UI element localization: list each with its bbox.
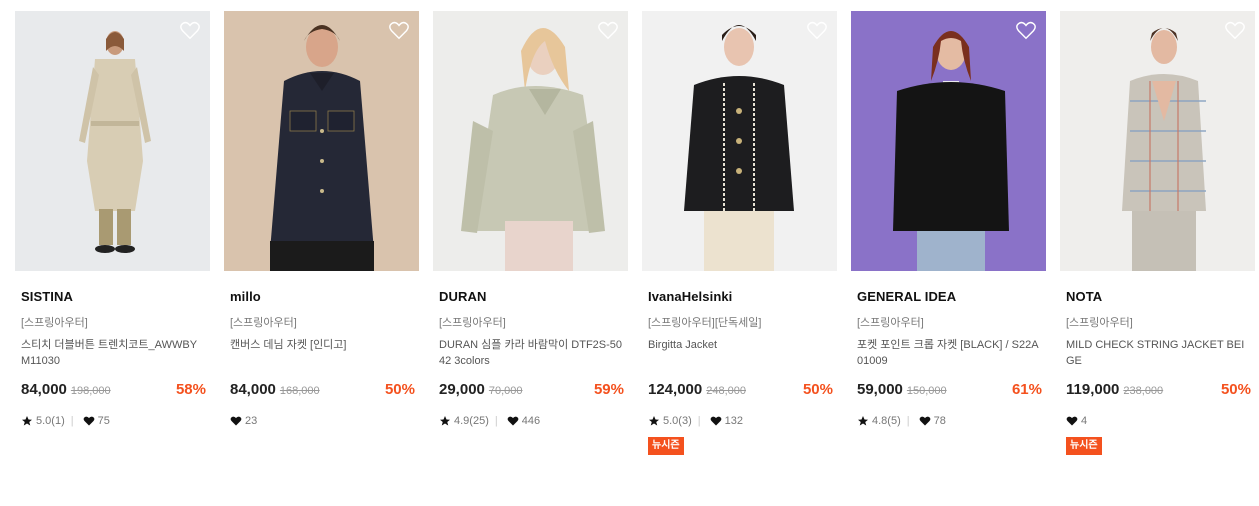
discount-rate: 58% (175, 381, 206, 398)
discount-rate: 50% (802, 381, 833, 398)
product-image[interactable] (642, 11, 837, 271)
product-category: [스프링아우터] (857, 317, 924, 329)
rating-text: 4.8(5) (872, 415, 901, 427)
original-price: 198,000 (70, 385, 111, 397)
sale-price: 119,000 (1066, 381, 1120, 398)
meta-divider: | (494, 415, 498, 427)
like-count: 446 (521, 415, 541, 427)
heart-icon (507, 416, 519, 426)
discount-rate: 59% (593, 381, 624, 398)
product-meta: 5.0(3) | 132 (642, 414, 837, 428)
product-image[interactable] (224, 11, 419, 271)
meta-divider: | (70, 415, 74, 427)
product-image[interactable] (1060, 11, 1255, 271)
wishlist-heart-icon[interactable] (597, 19, 619, 41)
wishlist-heart-icon[interactable] (1224, 19, 1246, 41)
original-price: 168,000 (279, 385, 320, 397)
original-price: 248,000 (706, 385, 746, 397)
product-name[interactable]: 포켓 포인트 크롭 자켓 [BLACK] / S22A01009 (851, 337, 1046, 369)
product-category: [스프링아우터] (21, 317, 88, 329)
like-count: 132 (724, 415, 743, 427)
star-icon (649, 416, 659, 426)
product-image[interactable] (15, 11, 210, 271)
sale-price: 84,000 (21, 381, 67, 398)
product-card[interactable]: millo [스프링아우터] 캔버스 데님 자켓 [인디고] 84,000 16… (224, 11, 419, 455)
price-row: 29,000 70,000 59% (433, 381, 628, 401)
discount-rate: 50% (384, 381, 415, 398)
meta-divider: | (906, 415, 910, 427)
product-category: [스프링아우터] (230, 317, 297, 329)
like-count: 23 (245, 415, 258, 427)
rating-text: 4.9(25) (454, 415, 489, 427)
brand-name[interactable]: millo (224, 289, 419, 305)
heart-icon (1066, 416, 1078, 426)
product-card[interactable]: NOTA [스프링아우터] MILD CHECK STRING JACKET B… (1060, 11, 1255, 455)
product-image[interactable] (433, 11, 628, 271)
like-count: 78 (933, 415, 946, 427)
product-meta: 4.9(25) | 446 (433, 414, 628, 428)
price-row: 124,000 248,000 50% (642, 381, 837, 401)
price-row: 119,000 238,000 50% (1060, 381, 1255, 401)
product-meta: 23 (224, 414, 419, 428)
product-meta: 5.0(1) | 75 (15, 414, 210, 428)
product-name[interactable]: 스티치 더블버튼 트렌치코트_AWWBYM11030 (15, 337, 210, 369)
brand-name[interactable]: GENERAL IDEA (851, 289, 1046, 305)
heart-icon (83, 416, 94, 426)
brand-name[interactable]: NOTA (1060, 289, 1255, 305)
rating-text: 5.0(3) (663, 415, 692, 427)
new-season-badge: 뉴시즌 (1066, 437, 1102, 455)
discount-rate: 61% (1011, 381, 1042, 398)
price-row: 84,000 168,000 50% (224, 381, 419, 401)
original-price: 70,000 (488, 385, 523, 397)
product-category: [스프링아우터][단독세일] (648, 317, 762, 329)
wishlist-heart-icon[interactable] (1015, 19, 1037, 41)
wishlist-heart-icon[interactable] (179, 19, 201, 41)
sale-price: 59,000 (857, 381, 903, 398)
product-name[interactable]: DURAN 심플 카라 바람막이 DTF2S-5042 3colors (433, 337, 628, 369)
like-count: 75 (97, 415, 110, 427)
product-name[interactable]: 캔버스 데님 자켓 [인디고] (224, 337, 419, 369)
product-image[interactable] (851, 11, 1046, 271)
product-card[interactable]: GENERAL IDEA [스프링아우터] 포켓 포인트 크롭 자켓 [BLAC… (851, 11, 1046, 455)
product-card[interactable]: DURAN [스프링아우터] DURAN 심플 카라 바람막이 DTF2S-50… (433, 11, 628, 455)
discount-rate: 50% (1220, 381, 1251, 398)
product-meta: 4.8(5) | 78 (851, 414, 1046, 428)
brand-name[interactable]: IvanaHelsinki (642, 289, 837, 305)
original-price: 150,000 (906, 385, 947, 397)
heart-icon (710, 416, 721, 426)
star-icon (440, 416, 450, 426)
wishlist-heart-icon[interactable] (806, 19, 828, 41)
product-card[interactable]: SISTINA [스프링아우터] 스티치 더블버튼 트렌치코트_AWWBYM11… (15, 11, 210, 455)
product-name[interactable]: MILD CHECK STRING JACKET BEIGE (1060, 337, 1255, 369)
like-count: 4 (1081, 415, 1088, 427)
rating-text: 5.0(1) (36, 415, 65, 427)
heart-icon (230, 416, 242, 426)
product-category: [스프링아우터] (1066, 317, 1133, 329)
brand-name[interactable]: SISTINA (15, 289, 210, 305)
price-row: 59,000 150,000 61% (851, 381, 1046, 401)
product-name[interactable]: Birgitta Jacket (642, 337, 837, 369)
sale-price: 124,000 (648, 381, 703, 398)
meta-divider: | (697, 415, 701, 427)
product-meta: 4 (1060, 414, 1255, 428)
price-row: 84,000 198,000 58% (15, 381, 210, 401)
brand-name[interactable]: DURAN (433, 289, 628, 305)
original-price: 238,000 (1123, 385, 1164, 397)
sale-price: 29,000 (439, 381, 485, 398)
sale-price: 84,000 (230, 381, 276, 398)
star-icon (22, 416, 32, 426)
product-category: [스프링아우터] (439, 317, 506, 329)
star-icon (858, 416, 868, 426)
heart-icon (919, 416, 930, 426)
wishlist-heart-icon[interactable] (388, 19, 410, 41)
product-card[interactable]: IvanaHelsinki [스프링아우터][단독세일] Birgitta Ja… (642, 11, 837, 455)
new-season-badge: 뉴시즌 (648, 437, 684, 455)
product-grid: SISTINA [스프링아우터] 스티치 더블버튼 트렌치코트_AWWBYM11… (15, 11, 1255, 455)
